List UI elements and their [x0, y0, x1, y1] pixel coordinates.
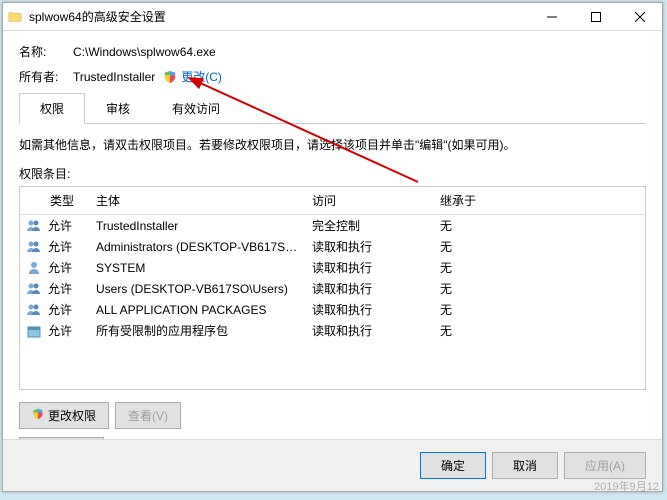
row-principal: 所有受限制的应用程序包	[90, 321, 306, 340]
header-access[interactable]: 访问	[306, 190, 434, 211]
shield-icon	[32, 408, 44, 423]
row-type: 允许	[48, 238, 72, 255]
table-row[interactable]: 允许 TrustedInstaller完全控制无	[20, 215, 645, 236]
principal-icon	[26, 239, 42, 255]
row-principal: SYSTEM	[90, 260, 306, 276]
change-permissions-button[interactable]: 更改权限	[19, 402, 109, 429]
row-type: 允许	[48, 217, 72, 234]
tab-auditing[interactable]: 审核	[85, 93, 151, 124]
titlebar: splwow64的高级安全设置	[3, 3, 662, 31]
owner-label: 所有者:	[19, 68, 73, 85]
apply-button[interactable]: 应用(A)	[564, 452, 646, 479]
titlebar-buttons	[530, 3, 662, 31]
row-access: 读取和执行	[306, 300, 434, 319]
permission-entries-label: 权限条目:	[19, 165, 646, 182]
tabs: 权限 审核 有效访问	[19, 93, 646, 124]
change-owner-link[interactable]: 更改(C)	[181, 68, 222, 85]
table-row[interactable]: 允许 Administrators (DESKTOP-VB617SO\Admini…	[20, 236, 645, 257]
owner-value: TrustedInstaller	[73, 70, 155, 84]
maximize-button[interactable]	[574, 3, 618, 31]
row-inherited: 无	[434, 300, 645, 319]
header-type[interactable]: 类型	[20, 190, 90, 211]
principal-icon	[26, 302, 42, 318]
table-header: 类型 主体 访问 继承于	[20, 187, 645, 215]
principal-icon	[26, 260, 42, 276]
row-principal: Users (DESKTOP-VB617SO\Users)	[90, 281, 306, 297]
view-button[interactable]: 查看(V)	[115, 402, 181, 429]
row-principal: ALL APPLICATION PACKAGES	[90, 302, 306, 318]
cancel-button[interactable]: 取消	[492, 452, 558, 479]
tab-effective-access[interactable]: 有效访问	[151, 93, 241, 124]
row-inherited: 无	[434, 237, 645, 256]
advanced-security-window: splwow64的高级安全设置 名称: C:\Windows\splwow64.…	[2, 2, 663, 492]
principal-icon	[26, 323, 42, 339]
close-button[interactable]	[618, 3, 662, 31]
table-row[interactable]: 允许 ALL APPLICATION PACKAGES读取和执行无	[20, 299, 645, 320]
table-row[interactable]: 允许 Users (DESKTOP-VB617SO\Users)读取和执行无	[20, 278, 645, 299]
help-text: 如需其他信息，请双击权限项目。若要修改权限项目，请选择该项目并单击"编辑"(如果…	[19, 136, 646, 153]
header-principal[interactable]: 主体	[90, 190, 306, 211]
row-type: 允许	[48, 259, 72, 276]
row-inherited: 无	[434, 279, 645, 298]
name-row: 名称: C:\Windows\splwow64.exe	[19, 43, 646, 60]
table-row[interactable]: 允许 SYSTEM读取和执行无	[20, 257, 645, 278]
row-access: 完全控制	[306, 216, 434, 235]
row-access: 读取和执行	[306, 279, 434, 298]
row-type: 允许	[48, 280, 72, 297]
row-access: 读取和执行	[306, 321, 434, 340]
window-title: splwow64的高级安全设置	[29, 8, 166, 25]
name-value: C:\Windows\splwow64.exe	[73, 45, 216, 59]
principal-icon	[26, 281, 42, 297]
tab-content: 如需其他信息，请双击权限项目。若要修改权限项目，请选择该项目并单击"编辑"(如果…	[19, 124, 646, 464]
shield-icon	[163, 70, 177, 84]
minimize-button[interactable]	[530, 3, 574, 31]
ok-button[interactable]: 确定	[420, 452, 486, 479]
tab-permissions[interactable]: 权限	[19, 93, 85, 124]
content-area: 名称: C:\Windows\splwow64.exe 所有者: Trusted…	[3, 31, 662, 464]
row-principal: TrustedInstaller	[90, 218, 306, 234]
header-inherited[interactable]: 继承于	[434, 190, 645, 211]
principal-icon	[26, 218, 42, 234]
change-permissions-label: 更改权限	[48, 407, 96, 424]
row-principal: Administrators (DESKTOP-VB617SO\Administ…	[90, 239, 306, 255]
row-inherited: 无	[434, 258, 645, 277]
name-label: 名称:	[19, 43, 73, 60]
button-row-1: 更改权限 查看(V)	[19, 402, 646, 429]
row-type: 允许	[48, 301, 72, 318]
owner-row: 所有者: TrustedInstaller 更改(C)	[19, 68, 646, 85]
row-type: 允许	[48, 322, 72, 339]
folder-icon	[7, 9, 23, 25]
bottom-bar: 确定 取消 应用(A)	[3, 439, 662, 491]
table-row[interactable]: 允许 所有受限制的应用程序包读取和执行无	[20, 320, 645, 341]
row-access: 读取和执行	[306, 258, 434, 277]
row-access: 读取和执行	[306, 237, 434, 256]
permissions-table[interactable]: 类型 主体 访问 继承于 允许TrustedInstaller完全控制无允许Ad…	[19, 186, 646, 390]
row-inherited: 无	[434, 321, 645, 340]
row-inherited: 无	[434, 216, 645, 235]
